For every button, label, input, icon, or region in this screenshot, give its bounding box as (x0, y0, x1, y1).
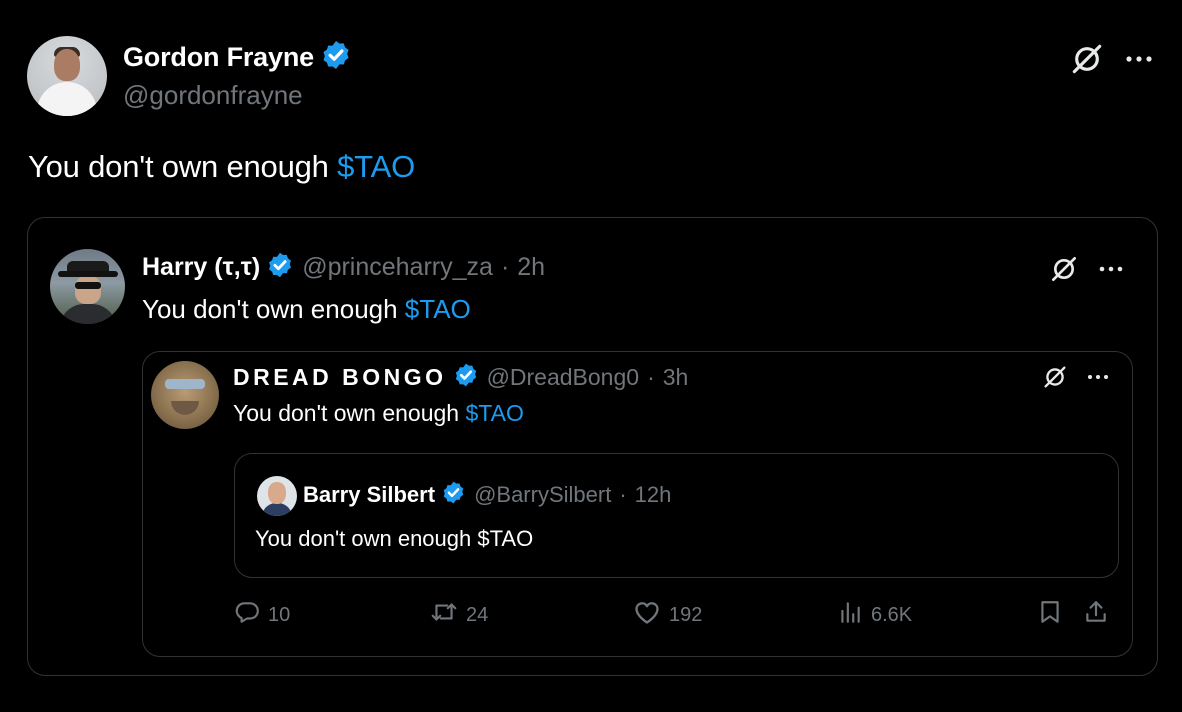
cashtag-link[interactable]: $TAO (337, 149, 415, 184)
verified-badge-icon (453, 362, 479, 393)
author-handle[interactable]: @DreadBong0 (487, 364, 640, 391)
views-button[interactable]: 6.6K (837, 599, 912, 631)
avatar-harry[interactable] (50, 249, 125, 324)
reply-button[interactable]: 10 (234, 599, 290, 631)
like-icon (633, 599, 661, 631)
author-name[interactable]: DREAD BONGO (233, 364, 447, 391)
author-handle[interactable]: @BarrySilbert (474, 482, 611, 508)
quote1-author-row: Harry (τ,τ) @princeharry_za · 2h (142, 251, 545, 283)
quoted-tweet-dread-bongo[interactable]: DREAD BONGO @DreadBong0 · 3h You don't o… (142, 351, 1133, 657)
quote3-author-row: Barry Silbert @BarrySilbert · 12h (303, 480, 671, 510)
cashtag-link[interactable]: $TAO (405, 294, 471, 324)
repost-count: 24 (466, 603, 489, 626)
timestamp[interactable]: 3h (663, 364, 689, 391)
share-button[interactable] (1083, 599, 1109, 631)
separator: · (619, 482, 627, 507)
tweet-view: Gordon Frayne @gordonfrayne You don't ow… (0, 0, 1182, 712)
avatar-barry-silbert[interactable] (257, 476, 297, 516)
repost-icon (430, 599, 458, 631)
avatar-gordon-frayne[interactable] (27, 36, 107, 116)
author-handle[interactable]: @gordonfrayne (123, 80, 303, 111)
author-name[interactable]: Barry Silbert (303, 482, 435, 508)
quote1-top-actions (1048, 253, 1124, 285)
tweet-text: You don't own enough $TAO (28, 149, 416, 184)
grok-icon[interactable] (1068, 40, 1106, 78)
quoted-tweet-barry-silbert[interactable]: Barry Silbert @BarrySilbert · 12h You do… (234, 453, 1119, 578)
author-handle[interactable]: @princeharry_za (302, 253, 493, 282)
tweet-text: You don't own enough $TAO (233, 400, 524, 426)
quote2-top-actions (1041, 363, 1109, 391)
reply-icon (234, 599, 260, 631)
timestamp[interactable]: 2h (517, 253, 545, 282)
reply-count: 10 (268, 603, 291, 626)
views-icon (837, 599, 863, 631)
more-icon[interactable] (1087, 373, 1109, 381)
separator: · (647, 363, 655, 390)
repost-button[interactable]: 24 (430, 599, 488, 631)
quoted-tweet-harry[interactable]: Harry (τ,τ) @princeharry_za · 2h You don… (27, 217, 1158, 676)
verified-badge-icon (266, 251, 294, 284)
avatar-dread-bongo[interactable] (151, 361, 219, 429)
grok-icon[interactable] (1048, 253, 1080, 285)
like-count: 192 (669, 603, 703, 626)
author-name[interactable]: Harry (τ,τ) (142, 253, 260, 282)
share-icon (1083, 599, 1109, 631)
bookmark-icon (1038, 599, 1062, 631)
timestamp[interactable]: 12h (635, 482, 672, 508)
outer-top-actions (1068, 40, 1154, 78)
separator: · (500, 252, 510, 281)
tweet-text: You don't own enough $TAO (142, 294, 471, 324)
tweet-text: You don't own enough $TAO (255, 526, 534, 551)
quote2-author-row: DREAD BONGO @DreadBong0 · 3h (233, 362, 688, 392)
views-count: 6.6K (871, 603, 913, 626)
like-button[interactable]: 192 (633, 599, 702, 631)
grok-icon[interactable] (1041, 363, 1069, 391)
cashtag-link[interactable]: $TAO (465, 400, 523, 426)
outer-author-row: Gordon Frayne (123, 40, 352, 74)
verified-badge-icon (441, 480, 466, 510)
author-name[interactable]: Gordon Frayne (123, 42, 314, 73)
more-icon[interactable] (1098, 265, 1124, 273)
more-icon[interactable] (1124, 54, 1154, 64)
verified-badge-icon (320, 39, 352, 76)
bookmark-button[interactable] (1038, 599, 1062, 631)
